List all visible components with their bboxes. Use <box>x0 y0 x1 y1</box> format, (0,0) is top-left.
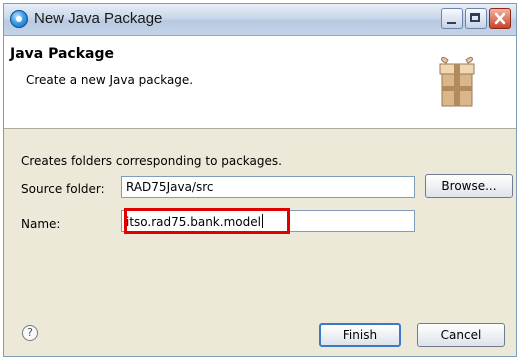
window-title: New Java Package <box>34 10 163 27</box>
finish-button[interactable]: Finish <box>319 323 401 347</box>
wizard-header: Java Package Create a new Java package. <box>4 36 516 129</box>
info-text: Creates folders corresponding to package… <box>21 154 282 168</box>
package-icon <box>439 57 475 107</box>
help-icon[interactable]: ? <box>22 325 38 341</box>
package-name-value: itso.rad75.bank.model <box>126 215 261 229</box>
text-caret <box>261 214 263 228</box>
source-folder-field[interactable]: RAD75Java/src <box>121 176 415 198</box>
title-bar[interactable]: New Java Package <box>4 4 516 36</box>
cancel-button[interactable]: Cancel <box>417 323 505 347</box>
close-button[interactable] <box>489 8 511 29</box>
new-java-package-dialog: New Java Package Java Package Create a n… <box>3 3 517 357</box>
browse-button[interactable]: Browse... <box>425 174 513 198</box>
wizard-description: Create a new Java package. <box>26 73 194 87</box>
package-name-field[interactable]: itso.rad75.bank.model <box>121 210 415 232</box>
minimize-button[interactable] <box>441 8 463 29</box>
name-label: Name: <box>21 217 61 231</box>
maximize-button[interactable] <box>465 8 487 29</box>
source-folder-label: Source folder: <box>21 182 105 196</box>
eclipse-app-icon <box>10 10 28 28</box>
close-icon <box>494 12 506 25</box>
wizard-title: Java Package <box>10 46 115 62</box>
